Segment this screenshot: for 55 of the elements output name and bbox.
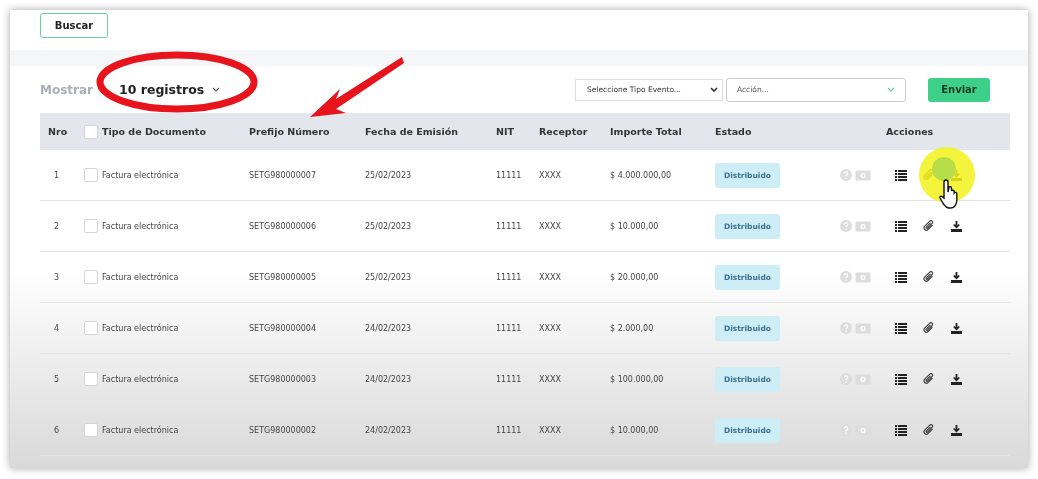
- table-cell-text: $ 10.000,00: [610, 221, 660, 231]
- column-header: Acciones: [886, 126, 935, 137]
- table-cell-text: Factura electrónica: [102, 221, 180, 231]
- column-header: Fecha de Emisión: [365, 126, 460, 137]
- column-header: Prefijo Número: [249, 126, 331, 137]
- table-cell-text: SETG980000003: [249, 374, 318, 384]
- table-cell-text: XXXX: [539, 272, 562, 282]
- table-cell-text: $ 2.000,00: [610, 323, 655, 333]
- table-cell-text: 24/02/2023: [365, 374, 413, 384]
- table-cell-text: 11111: [496, 374, 523, 384]
- column-header: NIT: [496, 126, 515, 137]
- table-cell-text: 11111: [496, 425, 523, 435]
- table-cell-text: SETG980000005: [249, 272, 318, 282]
- column-header: Estado: [715, 126, 753, 137]
- table-cell-text: 11111: [496, 272, 523, 282]
- table-cell-text: 5: [53, 374, 61, 384]
- column-header: Tipo de Documento: [102, 126, 207, 137]
- page-size-select[interactable]: 10 registros: [119, 82, 221, 97]
- table-cell-text: Factura electrónica: [102, 425, 180, 435]
- table-cell-text: XXXX: [539, 425, 562, 435]
- table-cell-text: XXXX: [539, 170, 562, 180]
- table-cell-text: 3: [53, 272, 61, 282]
- column-header: Importe Total: [610, 126, 683, 137]
- table-cell-text: $ 100.000,00: [610, 374, 665, 384]
- table-cell-text: 11111: [496, 323, 523, 333]
- table-cell-text: SETG980000007: [249, 170, 318, 180]
- table-cell-text: 4: [53, 323, 61, 333]
- table-cell-text: 1: [53, 170, 61, 180]
- table-cell-text: $ 20.000,00: [610, 272, 660, 282]
- table-cell-text: $ 10.000,00: [610, 425, 660, 435]
- table-cell-text: 25/02/2023: [365, 170, 413, 180]
- table-cell-text: 25/02/2023: [365, 221, 413, 231]
- table-cell-text: 11111: [496, 170, 523, 180]
- show-label: Mostrar: [40, 82, 93, 97]
- column-header: Nro: [48, 126, 69, 137]
- table-cell-text: SETG980000004: [249, 323, 318, 333]
- send-button[interactable]: Enviar: [928, 77, 990, 102]
- table-cell-text: Factura electrónica: [102, 170, 180, 180]
- table-cell-text: Factura electrónica: [102, 323, 180, 333]
- search-button[interactable]: Buscar: [40, 13, 108, 38]
- table-cell-text: 6: [53, 425, 61, 435]
- table-cell-text: SETG980000002: [249, 425, 318, 435]
- column-header: Receptor: [539, 126, 589, 137]
- table-cell-text: SETG980000006: [249, 221, 318, 231]
- table-cell-text: $ 4.000.000,00: [610, 170, 673, 180]
- table-cell-text: 25/02/2023: [365, 272, 413, 282]
- table-cell-text: Factura electrónica: [102, 374, 180, 384]
- table-cell-text: Factura electrónica: [102, 272, 180, 282]
- table-cell-text: 2: [53, 221, 61, 231]
- table-cell-text: XXXX: [539, 374, 562, 384]
- table-cell-text: XXXX: [539, 221, 562, 231]
- table-cell-text: XXXX: [539, 323, 562, 333]
- table-cell-text: 24/02/2023: [365, 323, 413, 333]
- table-cell-text: 11111: [496, 221, 523, 231]
- table-cell-text: 24/02/2023: [365, 425, 413, 435]
